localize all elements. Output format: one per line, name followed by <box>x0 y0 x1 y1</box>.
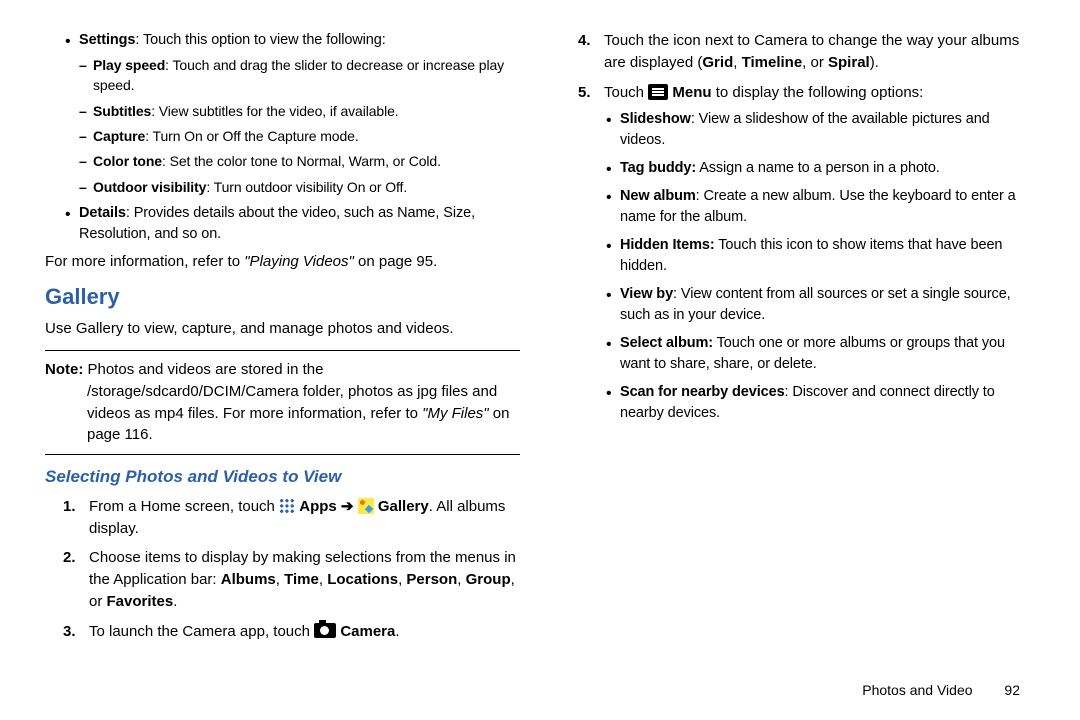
page-footer: Photos and Video 92 <box>862 680 1020 700</box>
footer-section: Photos and Video <box>862 682 972 698</box>
settings-desc: : Touch this option to view the followin… <box>135 32 385 48</box>
settings-label: Settings <box>79 32 135 48</box>
settings-bullet: Settings: Touch this option to view the … <box>45 30 520 245</box>
camera-icon <box>314 623 336 638</box>
step-1: 1. From a Home screen, touch Apps ➔ Gall… <box>89 496 520 540</box>
footer-page: 92 <box>1004 680 1020 700</box>
gallery-heading: Gallery <box>45 281 520 313</box>
step-5: 5. Touch Menu to display the following o… <box>604 82 1035 425</box>
gallery-intro: Use Gallery to view, capture, and manage… <box>45 318 520 340</box>
note-box: Note: Photos and videos are stored in th… <box>45 350 520 455</box>
selecting-heading: Selecting Photos and Videos to View <box>45 465 520 490</box>
step-3: 3. To launch the Camera app, touch Camer… <box>89 621 520 643</box>
menu-options: Slideshow: View a slideshow of the avail… <box>604 109 1035 424</box>
settings-sublist: Play speed: Touch and drag the slider to… <box>79 55 520 197</box>
menu-icon <box>648 84 668 100</box>
details-desc: : Provides details about the video, such… <box>79 205 475 242</box>
step-4: 4. Touch the icon next to Camera to chan… <box>604 30 1035 74</box>
apps-icon <box>279 498 295 514</box>
more-info-1: For more information, refer to "Playing … <box>45 251 520 273</box>
step-2: 2. Choose items to display by making sel… <box>89 547 520 612</box>
gallery-icon <box>358 498 374 514</box>
details-label: Details <box>79 205 126 221</box>
